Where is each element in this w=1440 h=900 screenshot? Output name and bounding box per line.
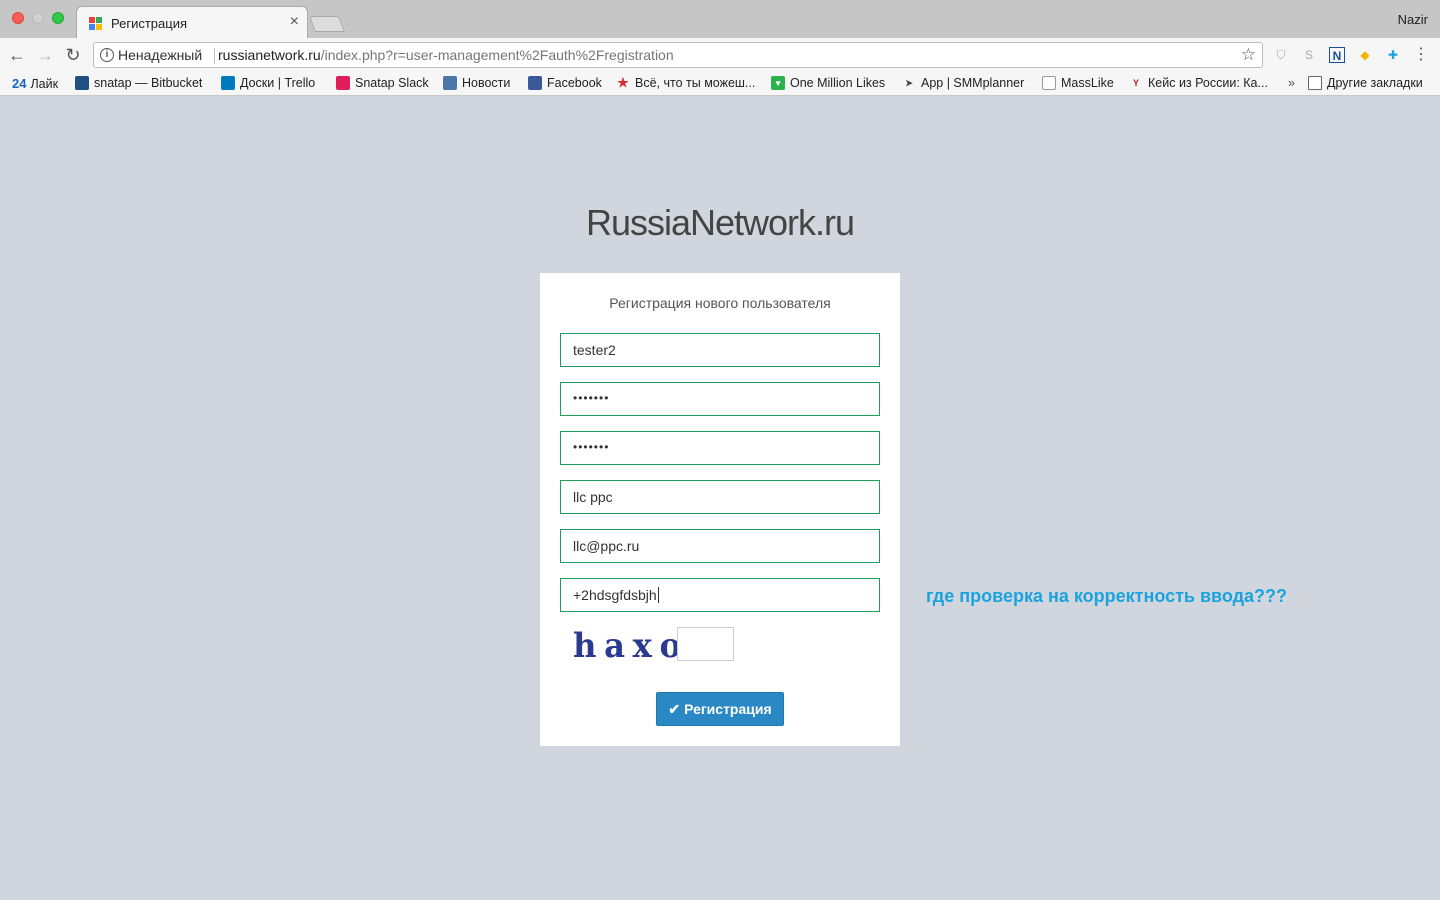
register-button[interactable]: ✔ Регистрация [656,692,784,726]
username-field[interactable]: tester2 [560,333,880,367]
vk-icon [443,76,457,90]
password-repeat-field[interactable]: ••••••• [560,431,880,465]
browser-toolbar: ← → ↻ i Ненадежный russianetwork.ru/inde… [0,38,1440,72]
shield-check-extension-icon[interactable]: ✚ [1385,47,1401,63]
captcha-input[interactable] [677,627,734,661]
bookmark-item[interactable]: Facebook [528,76,602,90]
bookmarks-bar: 24 Лайк snatap — Bitbucket Доски | Trello… [0,72,1440,96]
url-host: russianetwork.ru [218,47,321,63]
bookmark-24-icon: 24 [12,76,27,91]
page-icon [1042,76,1056,90]
bookmark-label: App | SMMplanner [921,76,1025,90]
bookmark-label: Кейс из России: Ка... [1148,76,1268,90]
text-cursor [657,587,659,603]
n-extension-icon[interactable]: N [1329,47,1345,63]
bookmark-item[interactable]: ♥ One Million Likes [771,76,885,90]
folder-icon [1308,76,1322,90]
bookmark-label: MassLike [1061,76,1114,90]
url-text[interactable]: russianetwork.ru/index.php?r=user-manage… [218,47,674,63]
form-heading: Регистрация нового пользователя [609,295,831,311]
tab-title: Регистрация [111,16,187,31]
browser-titlebar: Регистрация × Nazir [0,0,1440,38]
trello-icon [221,76,235,90]
shield-extension-icon[interactable]: ⛉ [1273,47,1289,63]
slack-icon [336,76,350,90]
bitbucket-icon [75,76,89,90]
bookmark-item[interactable]: Новости [443,76,510,90]
register-button-label: Регистрация [684,701,772,717]
bookmark-label: Доски | Trello [240,76,316,90]
bookmark-label: Новости [462,76,511,90]
bookmarks-overflow-button[interactable]: » [1288,76,1295,90]
email-field[interactable]: llc@ppc.ru [560,529,880,563]
profile-name[interactable]: Nazir [1398,12,1428,27]
window-close-button[interactable] [12,12,24,24]
bookmark-item[interactable]: Snatap Slack [336,76,429,90]
bookmark-label: Facebook [547,76,602,90]
tab-close-icon[interactable]: × [290,13,299,31]
badge-extension-icon[interactable]: ◆ [1357,47,1373,63]
registration-form: Регистрация нового пользователя tester2 … [540,273,900,746]
facebook-icon [528,76,542,90]
bookmark-star-icon[interactable]: ☆ [1241,45,1256,65]
checkmark-icon: ✔ [668,700,681,717]
reload-icon[interactable]: ↻ [61,43,85,67]
password-field[interactable]: ••••••• [560,382,880,416]
annotation-text: где проверка на корректность ввода??? [926,586,1288,606]
captcha-image[interactable]: haxo [573,626,689,666]
bookmark-label: Всё, что ты можеш... [635,76,756,90]
bookmark-item[interactable]: MassLike [1042,76,1114,90]
omnibox-divider [214,48,215,64]
yc-icon: Y [1132,78,1139,88]
bookmark-label: Другие закладки [1327,76,1423,90]
site-favicon-icon [89,17,103,31]
bookmark-item[interactable]: ★ Всё, что ты можеш... [616,75,756,91]
bookmark-item[interactable]: ➤ App | SMMplanner [902,76,1024,90]
bookmark-item[interactable]: Y Кейс из России: Ка... [1129,76,1268,90]
bookmark-label: One Million Likes [790,76,886,90]
star-icon: ★ [617,75,629,90]
url-path: /index.php?r=user-management%2Fauth%2Fre… [320,47,674,63]
heart-icon: ♥ [771,76,785,90]
address-bar[interactable]: i Ненадежный russianetwork.ru/index.php?… [93,42,1263,68]
bookmark-label: snatap — Bitbucket [94,76,203,90]
new-tab-button[interactable] [309,16,345,32]
back-arrow-icon[interactable]: ← [5,43,29,67]
bookmark-label: Лайк [30,76,59,91]
company-field[interactable]: llc ppc [560,480,880,514]
phone-value: +2hdsgfdsbjh [573,587,657,603]
bookmark-item[interactable]: Доски | Trello [221,76,315,90]
bookmark-item[interactable]: snatap — Bitbucket [75,76,202,90]
security-status: Ненадежный [118,47,203,63]
phone-field[interactable]: +2hdsgfdsbjh [560,578,880,612]
tab-registration[interactable]: Регистрация × [76,6,308,38]
plane-icon: ➤ [905,78,913,88]
menu-dots-icon[interactable]: ⋮ [1413,47,1429,63]
window-maximize-button[interactable] [52,12,64,24]
forward-arrow-icon[interactable]: → [33,43,57,67]
bookmark-item[interactable]: 24 Лайк [12,76,58,91]
window-minimize-button[interactable] [32,12,44,24]
info-icon[interactable]: i [100,48,114,62]
site-title: RussiaNetwork.ru [585,202,855,243]
bookmark-folder[interactable]: Другие закладки [1308,76,1423,90]
skype-extension-icon[interactable]: S [1301,47,1317,63]
bookmark-label: Snatap Slack [355,76,429,90]
